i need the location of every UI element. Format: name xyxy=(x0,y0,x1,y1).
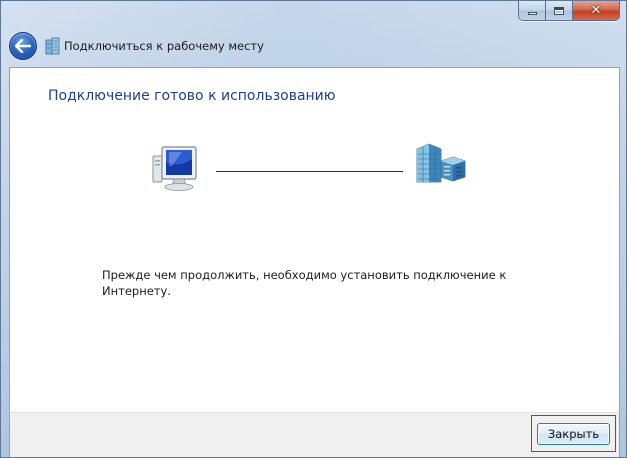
computer-icon xyxy=(152,146,200,192)
close-button[interactable]: Закрыть xyxy=(537,423,610,445)
window-close-button[interactable]: ✕ xyxy=(573,1,619,20)
maximize-button[interactable] xyxy=(546,1,573,20)
window-title: Подключиться к рабочему месту xyxy=(64,39,264,53)
caption-buttons: ✕ xyxy=(518,1,620,21)
office-building-icon xyxy=(415,143,467,183)
connection-diagram xyxy=(10,68,621,413)
maximize-icon xyxy=(554,6,564,15)
back-arrow-icon xyxy=(15,39,31,53)
connection-line xyxy=(216,171,403,172)
minimize-icon xyxy=(527,12,537,15)
back-button[interactable] xyxy=(9,32,37,60)
header-row: Подключиться к рабочему месту xyxy=(9,31,264,61)
workplace-icon xyxy=(45,37,61,55)
wizard-window: ✕ Подключиться к рабочему месту Подключе… xyxy=(0,0,627,458)
minimize-button[interactable] xyxy=(519,1,546,20)
internet-required-message: Прежде чем продолжить, необходимо устано… xyxy=(102,268,507,298)
content-panel: Подключение готово к использованию Прежд… xyxy=(9,67,620,412)
footer-bar: Закрыть xyxy=(9,412,620,457)
close-button-highlight: Закрыть xyxy=(531,415,616,452)
close-icon: ✕ xyxy=(590,3,602,18)
